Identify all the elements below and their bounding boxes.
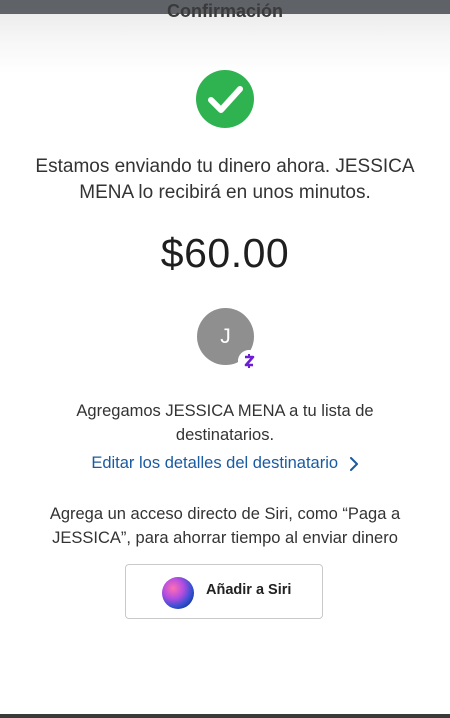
add-to-siri-button[interactable]: Añadir a Siri xyxy=(125,564,323,619)
zelle-icon xyxy=(238,350,260,372)
siri-shortcut-prompt: Agrega un acceso directo de Siri, como “… xyxy=(49,505,401,547)
edit-recipient-link[interactable]: Editar los detalles del destinatario xyxy=(0,451,450,475)
recipient-added-text: Agregamos JESSICA MENA a tu lista de des… xyxy=(76,402,374,444)
checkmark-circle-icon xyxy=(196,70,254,128)
bottom-divider xyxy=(0,714,450,718)
amount-sent: $60.00 xyxy=(160,230,290,276)
chevron-right-icon xyxy=(349,456,358,471)
add-to-siri-label: Añadir a Siri xyxy=(206,582,292,598)
avatar-initial: J xyxy=(220,325,231,348)
confirmation-message: Estamos enviando tu dinero ahora. JESSIC… xyxy=(35,156,415,203)
page-title: Confirmación xyxy=(166,1,283,21)
edit-recipient-label: Editar los detalles del destinatario xyxy=(91,454,339,472)
confirmation-screen: Confirmación Estamos enviando tu dinero … xyxy=(0,0,450,718)
siri-icon xyxy=(162,577,194,609)
